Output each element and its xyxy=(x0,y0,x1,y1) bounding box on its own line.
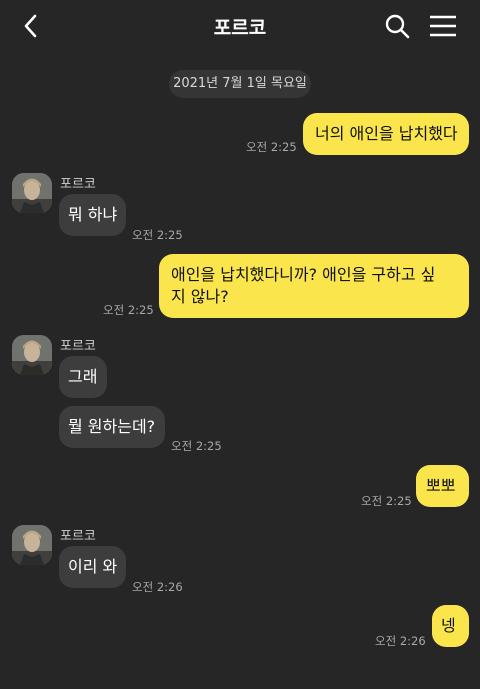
their-message-bubble[interactable]: 그래 xyxy=(59,356,107,398)
sender-name: 포르코 xyxy=(60,339,96,354)
their-message-bubble[interactable]: 뭐 하냐 xyxy=(59,194,126,236)
their-message-bubble[interactable]: 뭘 원하는데? xyxy=(59,406,165,448)
avatar[interactable] xyxy=(12,173,52,213)
message-time: 오전 2:25 xyxy=(361,494,412,508)
their-message-bubble[interactable]: 이리 와 xyxy=(59,546,126,588)
message-line: 애인을 납치했다니까? 애인을 구하고 싶 xyxy=(171,265,436,284)
hamburger-menu-icon xyxy=(430,15,456,37)
message-time: 오전 2:26 xyxy=(132,580,183,594)
avatar-portrait-icon xyxy=(12,335,52,375)
message-line: 지 않나? xyxy=(171,287,229,306)
message-time: 오전 2:25 xyxy=(132,228,183,242)
sender-name: 포르코 xyxy=(60,529,96,544)
message-time: 오전 2:25 xyxy=(246,140,297,154)
avatar[interactable] xyxy=(12,335,52,375)
my-message-bubble[interactable]: 애인을 납치했다니까? 애인을 구하고 싶 지 않나? xyxy=(159,254,469,318)
avatar-portrait-icon xyxy=(12,173,52,213)
chat-header: 포르코 xyxy=(0,0,480,52)
my-message-bubble[interactable]: 뽀뽀 xyxy=(416,465,469,507)
menu-button[interactable] xyxy=(428,12,458,40)
date-divider: 2021년 7월 1일 목요일 xyxy=(169,70,311,98)
my-message-bubble[interactable]: 너의 애인을 납치했다 xyxy=(303,113,469,155)
sender-name: 포르코 xyxy=(60,177,96,192)
search-icon xyxy=(385,14,410,39)
message-time: 오전 2:25 xyxy=(171,439,222,453)
message-time: 오전 2:26 xyxy=(375,634,426,648)
avatar[interactable] xyxy=(12,525,52,565)
search-button[interactable] xyxy=(383,12,411,40)
avatar-portrait-icon xyxy=(12,525,52,565)
message-time: 오전 2:25 xyxy=(103,303,154,317)
my-message-bubble[interactable]: 넹 xyxy=(432,605,469,647)
